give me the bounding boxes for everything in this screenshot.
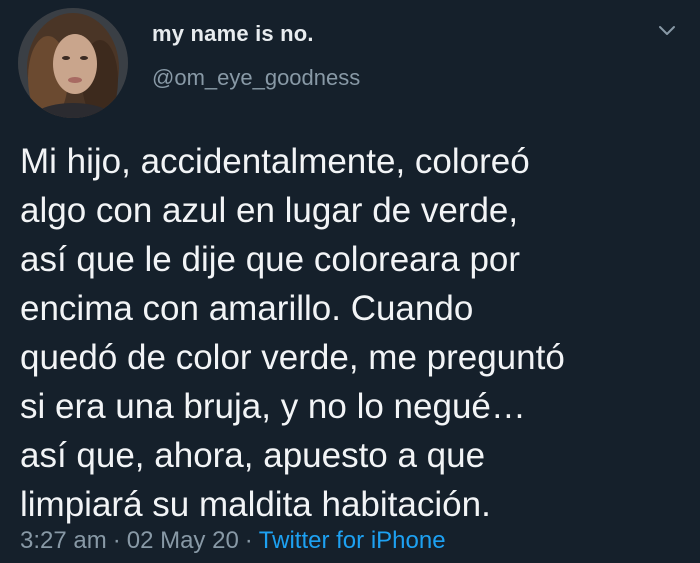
chevron-down-icon[interactable] <box>654 18 680 44</box>
tweet-date[interactable]: 02 May 20 <box>127 527 239 554</box>
display-name[interactable]: my name is no. <box>152 21 314 47</box>
tweet-text-line: algo con azul en lugar de verde, <box>20 191 519 230</box>
tweet-text-line: si era una bruja, y no lo negué… <box>20 387 526 426</box>
tweet-text-line: Mi hijo, accidentalmente, coloreó <box>20 142 530 181</box>
tweet-meta: 3:27 am · 02 May 20 · Twitter for iPhone <box>20 527 446 555</box>
meta-separator: · <box>112 527 121 554</box>
tweet-source-link[interactable]: Twitter for iPhone <box>259 527 446 554</box>
meta-separator: · <box>244 527 253 554</box>
tweet-time[interactable]: 3:27 am <box>20 527 107 554</box>
tweet-card: my name is no. @om_eye_goodness Mi hijo,… <box>0 0 700 563</box>
avatar[interactable] <box>18 8 128 118</box>
tweet-text-line: limpiará su maldita habitación. <box>20 485 491 524</box>
tweet-text-line: encima con amarillo. Cuando <box>20 289 474 328</box>
user-handle[interactable]: @om_eye_goodness <box>152 65 360 91</box>
tweet-text-line: así que le dije que coloreara por <box>20 240 521 279</box>
avatar-image <box>18 8 128 118</box>
tweet-text-line: quedó de color verde, me preguntó <box>20 338 565 377</box>
tweet-text: Mi hijo, accidentalmente, coloreó algo c… <box>20 137 690 529</box>
tweet-text-line: así que, ahora, apuesto a que <box>20 436 486 475</box>
